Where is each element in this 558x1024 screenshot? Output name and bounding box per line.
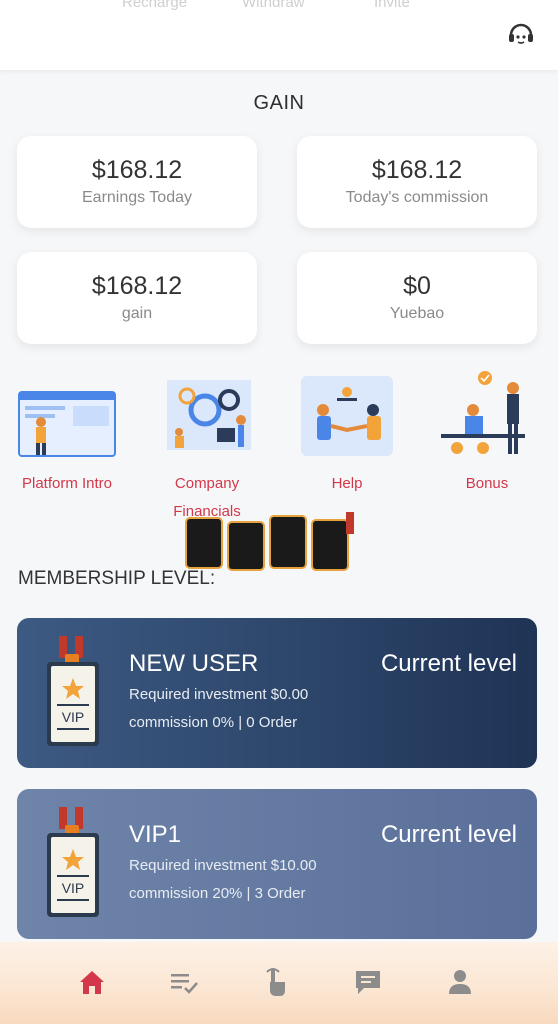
stat-value: $168.12 — [371, 156, 463, 184]
svg-text:VIP: VIP — [62, 880, 85, 896]
home-icon[interactable] — [74, 964, 110, 1000]
stat-label: gain — [121, 305, 153, 322]
level-card-new-user[interactable]: VIP NEW USER Current level Required inve… — [17, 618, 537, 768]
platform-intro-link[interactable]: Platform Intro — [2, 370, 132, 498]
membership-level-title: MEMBERSHIP LEVEL: — [18, 568, 216, 589]
gain-title: GAIN — [253, 92, 305, 114]
stat-earnings-today: $168.12 Earnings Today — [17, 136, 257, 228]
chat-icon[interactable] — [350, 964, 386, 1000]
top-header: Recharge Withdraw Invite — [0, 0, 558, 70]
stat-gain: $168.12 gain — [17, 252, 257, 344]
stat-label: Yuebao — [389, 305, 445, 322]
level-required-investment: Required investment $0.00 — [129, 686, 309, 703]
svg-text:VIP: VIP — [62, 709, 85, 725]
stat-value: $168.12 — [91, 272, 183, 300]
recharge-link[interactable]: Recharge — [122, 0, 187, 11]
quick-link-label: Bonus — [465, 475, 509, 492]
company-financials-illustration — [157, 370, 257, 460]
tap-icon[interactable] — [258, 964, 294, 1000]
list-check-icon[interactable] — [166, 964, 202, 1000]
level-card-vip1[interactable]: VIP VIP1 Current level Required investme… — [17, 789, 537, 939]
stat-todays-commission: $168.12 Today's commission — [297, 136, 537, 228]
quick-link-label: Help — [331, 475, 363, 492]
quick-links: Platform Intro Company Financials Help B… — [0, 370, 558, 520]
quick-link-label: Platform Intro — [21, 475, 113, 492]
level-commission: commission 0% | 0 Order — [129, 714, 298, 731]
top-nav: Recharge Withdraw Invite — [0, 0, 558, 14]
headset-icon[interactable] — [506, 18, 536, 48]
help-illustration — [297, 370, 397, 460]
level-status: Current level — [380, 821, 517, 848]
help-link[interactable]: Help — [282, 370, 412, 498]
invite-link[interactable]: Invite — [374, 0, 410, 11]
bonus-illustration — [437, 370, 537, 460]
user-icon[interactable] — [442, 964, 478, 1000]
withdraw-link[interactable]: Withdraw — [242, 0, 305, 11]
stat-value: $0 — [403, 272, 431, 300]
stat-label: Today's commission — [345, 189, 489, 206]
level-required-investment: Required investment $10.00 — [129, 857, 317, 874]
stat-yuebao: $0 Yuebao — [297, 252, 537, 344]
bonus-link[interactable]: Bonus — [422, 370, 552, 498]
bottom-tab-bar — [0, 942, 558, 1024]
stat-value: $168.12 — [91, 156, 183, 184]
level-name: NEW USER — [129, 650, 259, 677]
platform-intro-illustration — [17, 370, 117, 460]
level-commission: commission 20% | 3 Order — [129, 885, 306, 902]
vip-badge-icon: VIP — [43, 636, 103, 748]
level-name: VIP1 — [129, 821, 182, 848]
stat-label: Earnings Today — [82, 189, 192, 206]
level-status: Current level — [380, 650, 517, 677]
vip-badge-icon: VIP — [43, 807, 103, 919]
company-financials-link[interactable]: Company Financials — [142, 370, 272, 526]
